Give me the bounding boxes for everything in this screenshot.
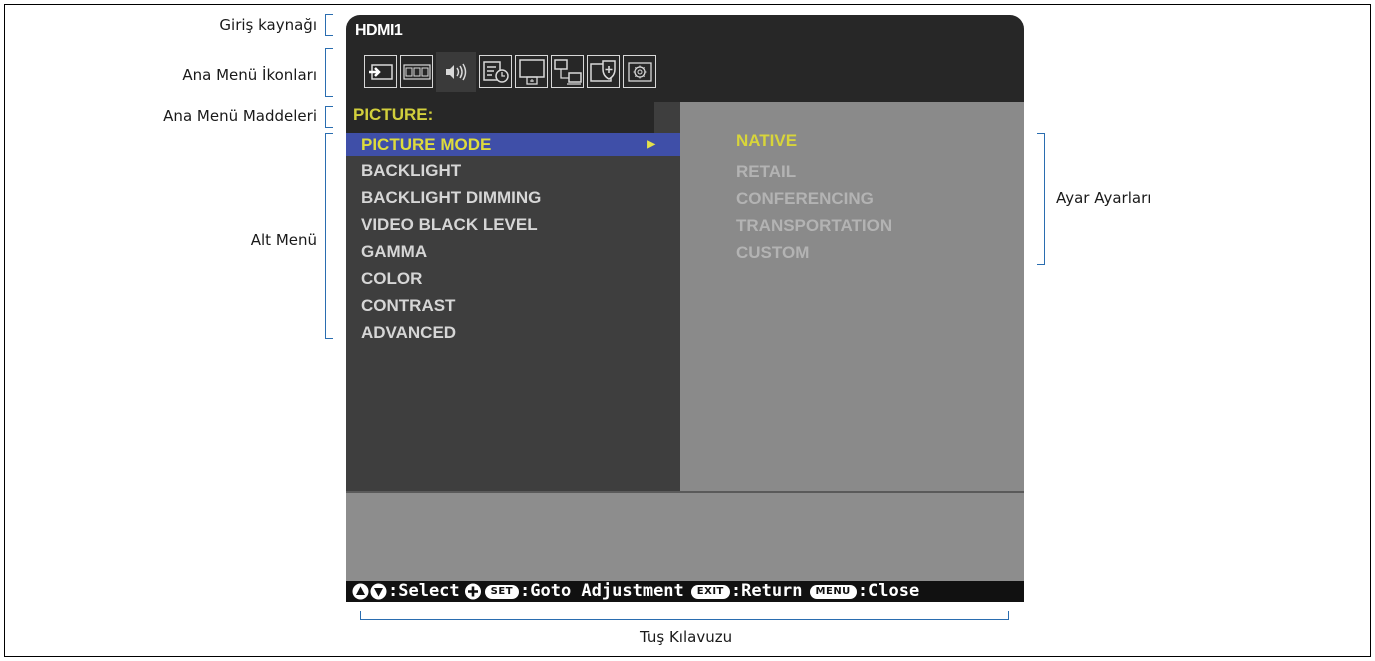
sub-menu-item-gamma[interactable]: GAMMA bbox=[346, 240, 680, 263]
annotation-sub-menu: Alt Menü bbox=[250, 231, 317, 249]
annotation-key-guide: Tuş Kılavuzu bbox=[640, 628, 733, 646]
option-transportation[interactable]: TRANSPORTATION bbox=[736, 214, 892, 237]
bracket-sub-menu bbox=[325, 133, 333, 339]
key-guide-return: :Return bbox=[730, 581, 803, 601]
annotation-adjust-settings: Ayar Ayarları bbox=[1056, 189, 1152, 207]
osd-menu: HDMI1 PICTURE: PICTURE MODE ▶ BACKLIGHT … bbox=[346, 15, 1024, 602]
input-source-label: HDMI1 bbox=[355, 22, 403, 39]
right-arrow-icon: ▶ bbox=[647, 139, 655, 150]
multi-input-icon[interactable] bbox=[515, 55, 548, 88]
main-menu-item-title: PICTURE: bbox=[353, 105, 434, 124]
option-retail[interactable]: RETAIL bbox=[736, 160, 796, 183]
sub-menu-item-advanced[interactable]: ADVANCED bbox=[346, 321, 680, 344]
sub-menu-pane-top bbox=[654, 102, 680, 133]
annotation-main-menu-icons: Ana Menü İkonları bbox=[182, 66, 317, 84]
schedule-icon[interactable] bbox=[479, 55, 512, 88]
key-guide-close: :Close bbox=[857, 581, 920, 601]
adjust-settings-pane bbox=[680, 102, 1024, 491]
protect-icon[interactable] bbox=[587, 55, 620, 88]
bracket-main-menu-items bbox=[325, 106, 333, 128]
sub-menu-item-label: PICTURE MODE bbox=[361, 135, 492, 154]
audio-icon[interactable] bbox=[436, 52, 476, 92]
bracket-adjust-settings bbox=[1037, 133, 1045, 265]
sub-menu-item-backlight[interactable]: BACKLIGHT bbox=[346, 159, 680, 182]
sub-menu-item-color[interactable]: COLOR bbox=[346, 267, 680, 290]
set-key-icon: SET bbox=[484, 584, 520, 599]
bracket-main-menu-icons bbox=[325, 48, 333, 97]
key-guide-goto: :Goto Adjustment bbox=[520, 581, 684, 601]
bracket-input-source bbox=[325, 14, 333, 36]
key-guide-select: :Select bbox=[388, 581, 460, 601]
menu-key-icon: MENU bbox=[809, 584, 857, 599]
network-icon[interactable] bbox=[551, 55, 584, 88]
sub-menu-item-backlight-dimming[interactable]: BACKLIGHT DIMMING bbox=[346, 186, 680, 209]
rgb-icon[interactable] bbox=[400, 55, 433, 88]
up-down-icon bbox=[352, 583, 387, 600]
option-native[interactable]: NATIVE bbox=[736, 129, 797, 152]
exit-key-icon: EXIT bbox=[690, 584, 730, 599]
bracket-key-guide bbox=[360, 611, 1009, 620]
sub-menu-item-contrast[interactable]: CONTRAST bbox=[346, 294, 680, 317]
annotation-main-menu-items: Ana Menü Maddeleri bbox=[163, 107, 317, 125]
sub-menu-item-picture-mode[interactable]: PICTURE MODE ▶ bbox=[346, 133, 680, 156]
annotation-input-source: Giriş kaynağı bbox=[219, 16, 317, 34]
plus-icon bbox=[464, 583, 481, 600]
key-guide-bar: :Select SET :Goto Adjustment EXIT :Retur… bbox=[346, 581, 1024, 602]
system-icon[interactable] bbox=[623, 55, 656, 88]
option-conferencing[interactable]: CONFERENCING bbox=[736, 187, 874, 210]
option-custom[interactable]: CUSTOM bbox=[736, 241, 809, 264]
input-icon[interactable] bbox=[364, 55, 397, 88]
info-area bbox=[346, 491, 1024, 581]
main-menu-icon-row bbox=[364, 52, 659, 92]
sub-menu-item-video-black-level[interactable]: VIDEO BLACK LEVEL bbox=[346, 213, 680, 236]
